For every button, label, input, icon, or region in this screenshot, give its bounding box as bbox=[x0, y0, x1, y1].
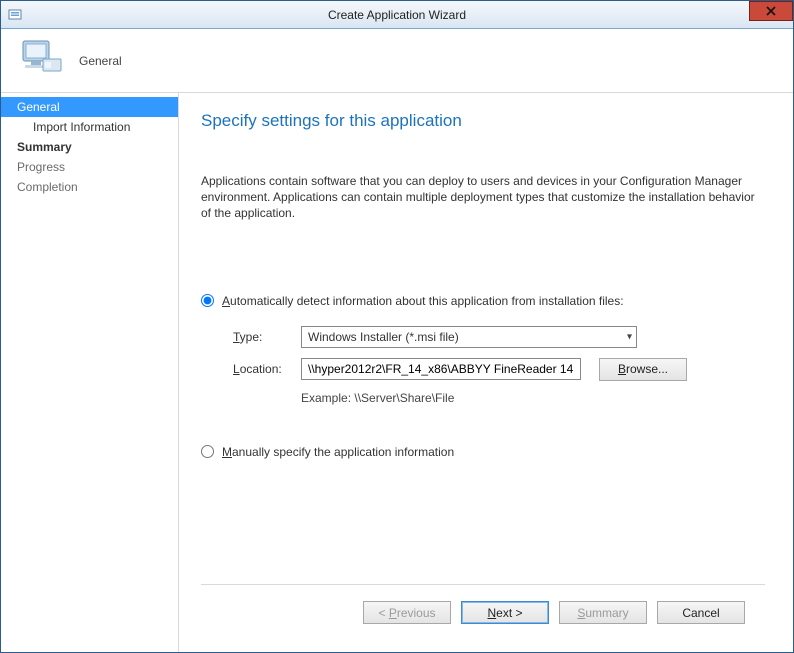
header-subtitle: General bbox=[79, 54, 122, 68]
sidebar-item-summary[interactable]: Summary bbox=[1, 137, 178, 157]
wizard-window: Create Application Wizard General bbox=[0, 0, 794, 653]
radio-auto-detect[interactable] bbox=[201, 294, 214, 307]
location-example: Example: \\Server\Share\File bbox=[301, 391, 765, 405]
type-label: Type: bbox=[233, 330, 301, 344]
next-button[interactable]: Next > bbox=[461, 601, 549, 624]
intro-text: Applications contain software that you c… bbox=[201, 173, 765, 222]
header: General bbox=[1, 29, 793, 93]
previous-button[interactable]: < Previous bbox=[363, 601, 451, 624]
browse-button[interactable]: Browse... bbox=[599, 358, 687, 381]
sidebar-item-label: General bbox=[17, 100, 60, 114]
location-input[interactable] bbox=[301, 358, 581, 380]
chevron-down-icon: ▾ bbox=[627, 331, 632, 342]
sidebar-item-completion[interactable]: Completion bbox=[1, 177, 178, 197]
type-row: Type: Windows Installer (*.msi file) ▾ bbox=[233, 326, 765, 348]
sidebar-item-progress[interactable]: Progress bbox=[1, 157, 178, 177]
sidebar-item-label: Summary bbox=[17, 140, 72, 154]
radio-manual-label: Manually specify the application informa… bbox=[222, 445, 454, 459]
sidebar-item-import-information[interactable]: Import Information bbox=[1, 117, 178, 137]
computer-icon bbox=[19, 39, 63, 82]
sidebar-item-label: Progress bbox=[17, 160, 65, 174]
sidebar-item-label: Completion bbox=[17, 180, 78, 194]
titlebar: Create Application Wizard bbox=[1, 1, 793, 29]
content: Specify settings for this application Ap… bbox=[179, 93, 793, 652]
radio-manual[interactable] bbox=[201, 445, 214, 458]
page-title: Specify settings for this application bbox=[201, 111, 765, 131]
footer: < Previous Next > Summary Cancel bbox=[201, 584, 765, 640]
option-manual[interactable]: Manually specify the application informa… bbox=[201, 445, 765, 459]
cancel-button[interactable]: Cancel bbox=[657, 601, 745, 624]
sidebar-item-general[interactable]: General bbox=[1, 97, 178, 117]
close-button[interactable] bbox=[749, 1, 793, 21]
option-auto-detect[interactable]: Automatically detect information about t… bbox=[201, 294, 765, 308]
summary-button[interactable]: Summary bbox=[559, 601, 647, 624]
location-row: Location: Browse... bbox=[233, 358, 765, 381]
type-select[interactable]: Windows Installer (*.msi file) ▾ bbox=[301, 326, 637, 348]
location-label: Location: bbox=[233, 362, 301, 376]
sidebar-item-label: Import Information bbox=[33, 120, 130, 134]
body: General Import Information Summary Progr… bbox=[1, 93, 793, 652]
type-value: Windows Installer (*.msi file) bbox=[308, 330, 459, 344]
sidebar: General Import Information Summary Progr… bbox=[1, 93, 179, 652]
radio-auto-label: Automatically detect information about t… bbox=[222, 294, 624, 308]
app-icon bbox=[7, 7, 23, 23]
window-title: Create Application Wizard bbox=[1, 8, 793, 22]
